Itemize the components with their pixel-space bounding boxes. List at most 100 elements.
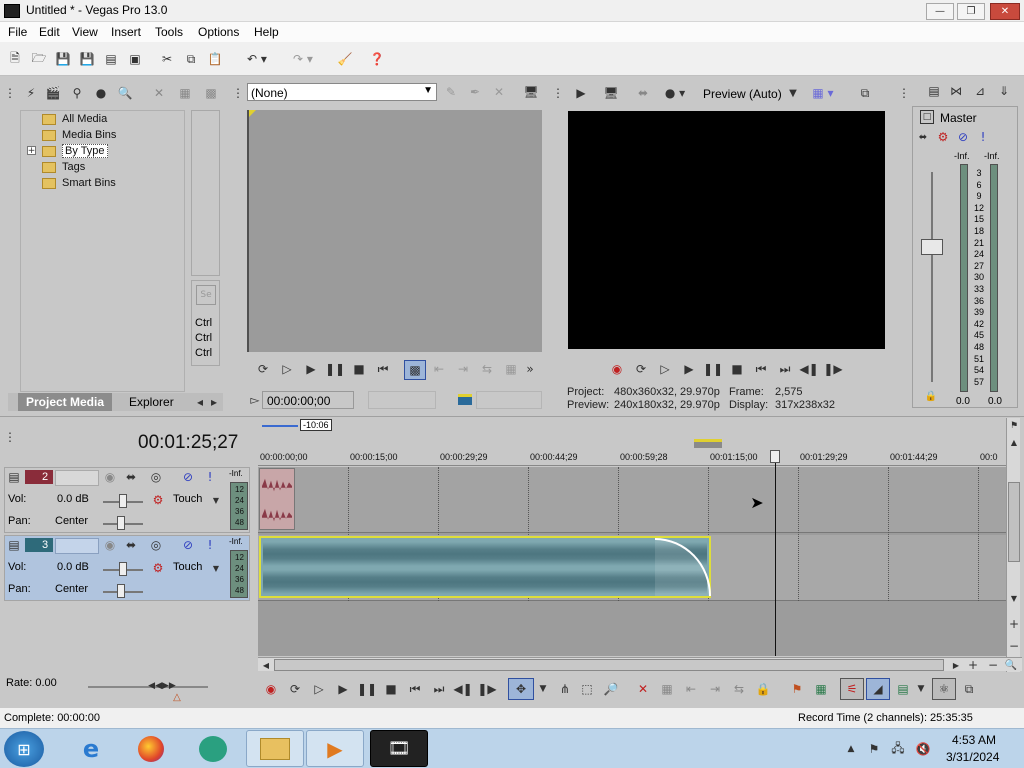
new-file-icon[interactable]: 🗎	[6, 50, 24, 68]
time-ruler[interactable]: 00:00:00;00 00:00:15;00 00:00:29;29 00:0…	[258, 448, 1008, 466]
search-media-icon[interactable]: 🔍	[116, 84, 134, 102]
menu-icon[interactable]: ▩	[202, 84, 220, 102]
arm-record-icon[interactable]: ◉	[103, 538, 117, 552]
selection-tool-icon[interactable]: ⬚	[578, 680, 596, 698]
scroll-down-icon[interactable]: ▼	[1008, 592, 1020, 604]
zoom-out-icon[interactable]: −	[1008, 639, 1020, 653]
play-icon[interactable]: ▶	[680, 360, 698, 378]
file-explorer-icon[interactable]	[246, 730, 304, 767]
fit-icon[interactable]: ⇆	[478, 360, 496, 378]
volume-muted-icon[interactable]: 🔇	[914, 741, 932, 757]
tab-explorer[interactable]: Explorer	[129, 395, 174, 409]
trimmer-canvas[interactable]	[247, 110, 542, 352]
tree-item-smart-bins[interactable]: Smart Bins	[42, 175, 116, 191]
marker-flag-icon[interactable]: ⚑	[1008, 420, 1020, 432]
gear-icon[interactable]: ⚙	[151, 493, 165, 507]
split-screen-icon[interactable]: ⬌	[634, 84, 652, 102]
media-player-icon[interactable]: ▶	[306, 730, 364, 767]
render-icon[interactable]: ▣	[126, 50, 144, 68]
pan-slider-handle[interactable]	[117, 516, 125, 530]
loop-icon[interactable]: ⟳	[632, 360, 650, 378]
tree-item-tags[interactable]: Tags	[42, 159, 85, 175]
vol-slider-handle[interactable]	[119, 562, 127, 576]
arm-record-icon[interactable]: ◉	[103, 470, 117, 484]
open-folder-icon[interactable]: 🗁	[30, 50, 48, 68]
record-icon[interactable]: ◉	[608, 360, 626, 378]
paste-icon[interactable]: 📋	[206, 50, 224, 68]
zoom-tool-icon[interactable]: 🔍	[1004, 659, 1018, 671]
external-monitor-icon[interactable]: 🖥	[602, 84, 620, 102]
pause-icon[interactable]: ❚❚	[325, 360, 345, 378]
redo-icon[interactable]: ↷ ▾	[288, 50, 318, 68]
automation-icon[interactable]: ◎	[147, 470, 165, 484]
zoom-edit-tool-icon[interactable]: 🔎	[602, 680, 620, 698]
copy-snapshot-icon[interactable]: ⧉	[856, 84, 874, 102]
pause-icon[interactable]: ❚❚	[357, 680, 377, 698]
pan-slider-handle[interactable]	[117, 584, 125, 598]
mute-icon[interactable]: ⊿	[972, 82, 988, 100]
import-media-icon[interactable]: ⚡	[22, 84, 40, 102]
menu-options[interactable]: Options	[198, 25, 239, 39]
show-hidden-icons[interactable]: ▲	[846, 743, 856, 755]
scroll-thumb[interactable]	[274, 659, 944, 671]
previous-frame-icon[interactable]: ◀❚	[799, 360, 818, 378]
go-to-start-icon[interactable]: ⏮	[374, 360, 392, 378]
save-as-icon[interactable]: 💾	[78, 50, 96, 68]
network-icon[interactable]: 🖧	[890, 741, 906, 757]
timeline-hscroll[interactable]: ◀ ▶ + − 🔍	[258, 657, 1022, 672]
save-icon[interactable]: 💾	[54, 50, 72, 68]
play-from-start-icon[interactable]: ▷	[656, 360, 674, 378]
pause-icon[interactable]: ❚❚	[703, 360, 723, 378]
start-button[interactable]: ⊞	[4, 731, 44, 767]
preview-quality-icon[interactable]: ● ▾	[660, 84, 690, 102]
solo-icon[interactable]: !	[205, 470, 215, 484]
maximize-button[interactable]: ❐	[957, 3, 985, 20]
auto-crossfade-icon[interactable]: ◢	[866, 678, 890, 700]
chevron-down-icon[interactable]: ▼	[538, 682, 548, 696]
clock-date[interactable]: 3/31/2024	[946, 750, 999, 764]
lock-icon[interactable]: 🔒	[924, 389, 938, 403]
master-gear-icon[interactable]: ⚙	[936, 130, 950, 144]
preview-quality-select[interactable]: Preview (Auto)	[703, 87, 782, 101]
touch-label[interactable]: Touch	[173, 493, 202, 505]
go-to-start-icon[interactable]: ⏮	[752, 360, 770, 378]
playhead-handle[interactable]	[770, 450, 780, 463]
insert-region-icon[interactable]: ▦	[812, 680, 830, 698]
tab-scroll-right-icon[interactable]: ▸	[208, 395, 220, 409]
mixer-fx-icon[interactable]: ⇓	[996, 82, 1012, 100]
lock-envelopes-icon[interactable]: ⚛	[932, 678, 956, 700]
play-icon[interactable]: ▶	[334, 680, 352, 698]
zoom-in-icon[interactable]: +	[966, 658, 980, 672]
ignore-grouping-icon[interactable]: ⚟	[840, 678, 864, 700]
next-frame-icon[interactable]: ❚▶	[477, 680, 496, 698]
get-media-web-icon[interactable]: ⚲	[68, 84, 86, 102]
action-center-flag-icon[interactable]: ⚑	[866, 741, 882, 757]
capture-video-icon[interactable]: 🎬	[44, 84, 62, 102]
media-select[interactable]: (None) ▼	[247, 83, 437, 101]
clock-time[interactable]: 4:53 AM	[952, 733, 996, 747]
loop-icon[interactable]: ⟳	[254, 360, 272, 378]
tab-project-media[interactable]: Project Media	[18, 393, 113, 411]
mixer-view-icon[interactable]: ▤	[926, 82, 942, 100]
stop-icon[interactable]: ■	[728, 360, 746, 378]
ripple-edit-icon[interactable]: ▤	[894, 680, 912, 698]
internet-explorer-icon[interactable]: e	[62, 730, 120, 767]
vegas-pro-taskbar-icon[interactable]: 🎞	[370, 730, 428, 767]
menu-file[interactable]: File	[8, 25, 27, 39]
menu-edit[interactable]: Edit	[39, 25, 60, 39]
audio-event-track-3[interactable]	[259, 536, 711, 598]
properties-icon[interactable]: ▤	[102, 50, 120, 68]
track-header-2[interactable]: ▤ 2 ◉ ⬌ ◎ ⊘ ! Vol: 0.0 dB ⚙ Touch ▼ Pan:…	[4, 467, 250, 533]
tree-item-all-media[interactable]: All Media	[42, 111, 107, 127]
chevron-down-icon[interactable]: ▼	[788, 86, 798, 100]
play-from-start-icon[interactable]: ▷	[310, 680, 328, 698]
normal-edit-tool-icon[interactable]: ✥	[508, 678, 534, 700]
trim-end-icon[interactable]: ⇥	[706, 680, 724, 698]
snap-icon[interactable]: Se	[196, 285, 216, 305]
master-mute-icon[interactable]: ⊘	[956, 130, 970, 144]
track-minimize-icon[interactable]: ▤	[7, 470, 21, 484]
overlays-icon[interactable]: ▦ ▾	[808, 84, 838, 102]
video-preview-screen[interactable]	[568, 111, 885, 349]
stop-icon[interactable]: ■	[350, 360, 368, 378]
mute-icon[interactable]: ⊘	[181, 470, 195, 484]
